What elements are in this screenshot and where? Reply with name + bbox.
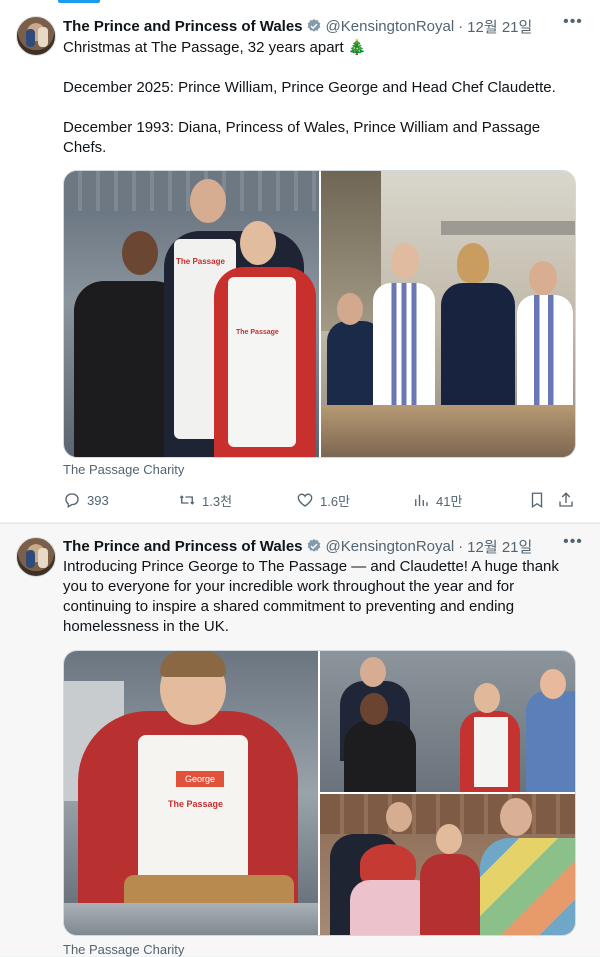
apron-name-label: George: [176, 771, 224, 787]
tweet-text-line: December 2025: Prince William, Prince Ge…: [63, 79, 556, 96]
author-name[interactable]: The Prince and Princess of Wales: [63, 538, 303, 555]
author-name[interactable]: The Prince and Princess of Wales: [63, 18, 303, 35]
more-icon[interactable]: •••: [562, 534, 584, 556]
tweet-header: The Prince and Princess of Wales @Kensin…: [63, 14, 584, 37]
more-icon[interactable]: •••: [562, 14, 584, 36]
photo-1993[interactable]: [321, 171, 575, 457]
views-count: 41만: [436, 493, 463, 509]
tweet-text-line: Christmas at The Passage, 32 years apart…: [63, 39, 367, 56]
avatar[interactable]: [16, 537, 56, 577]
separator: ·: [458, 17, 464, 35]
photo-talking-guests[interactable]: [320, 794, 575, 935]
tweet-date[interactable]: 12월 21일: [467, 16, 532, 37]
tweet-media[interactable]: The Passage The Passage: [63, 170, 576, 458]
avatar[interactable]: [16, 16, 56, 56]
photo-2025[interactable]: The Passage The Passage: [64, 171, 319, 457]
share-icon: [559, 492, 573, 507]
views-icon: [415, 494, 428, 506]
repost-button[interactable]: 1.3천: [178, 491, 232, 510]
like-count: 1.6만: [320, 493, 351, 509]
media-source[interactable]: The Passage Charity: [63, 462, 184, 477]
like-button[interactable]: 1.6만: [296, 491, 350, 510]
verified-badge-icon: [306, 538, 322, 554]
tweet-text-body: Introducing Prince George to The Passage…: [63, 558, 564, 635]
photo-george-baking[interactable]: George The Passage: [64, 651, 318, 935]
share-button[interactable]: [557, 491, 575, 509]
reply-icon: [65, 493, 79, 508]
tweet-text: Introducing Prince George to The Passage…: [63, 557, 578, 637]
bookmark-button[interactable]: [528, 491, 546, 509]
photo-group-kitchen[interactable]: [320, 651, 575, 792]
bookmark-icon: [531, 492, 543, 509]
apron-label: The Passage: [176, 257, 225, 266]
author-handle[interactable]: @KensingtonRoyal: [326, 538, 455, 555]
repost-count: 1.3천: [202, 493, 233, 509]
tweet-header: The Prince and Princess of Wales @Kensin…: [63, 534, 584, 557]
views-button[interactable]: 41만: [412, 491, 462, 510]
tweet-text: Christmas at The Passage, 32 years apart…: [63, 38, 578, 158]
tweet[interactable]: The Prince and Princess of Wales @Kensin…: [0, 523, 600, 957]
reply-button[interactable]: 393: [63, 491, 109, 509]
repost-icon: [179, 495, 195, 505]
apron-label: The Passage: [236, 329, 279, 336]
like-icon: [297, 493, 313, 507]
reply-count: 393: [87, 492, 109, 508]
apron-label: The Passage: [168, 799, 224, 809]
separator: ·: [458, 537, 464, 555]
tweet-media[interactable]: George The Passage: [63, 650, 576, 936]
tweet-date[interactable]: 12월 21일: [467, 536, 532, 557]
media-source[interactable]: The Passage Charity: [63, 942, 184, 957]
tweet[interactable]: The Prince and Princess of Wales @Kensin…: [0, 0, 600, 523]
author-handle[interactable]: @KensingtonRoyal: [326, 18, 455, 35]
verified-badge-icon: [306, 18, 322, 34]
tweet-text-line: December 1993: Diana, Princess of Wales,…: [63, 119, 545, 156]
tweet-actions: 393 1.3천 1.6만 41만: [63, 490, 584, 510]
